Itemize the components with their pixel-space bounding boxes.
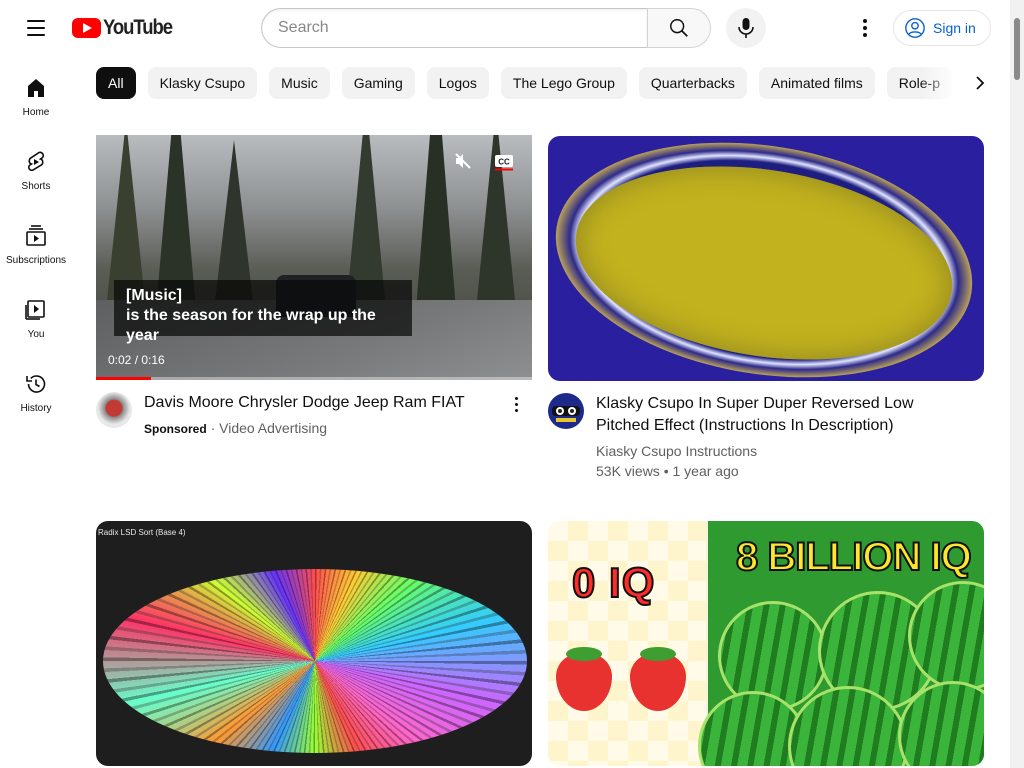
search-box — [261, 8, 711, 48]
video-card[interactable]: Radix LSD Sort (Base 4) — [96, 521, 532, 766]
sidebar-item-label: Subscriptions — [5, 255, 67, 266]
channel-name[interactable]: Video Advertising — [219, 420, 327, 436]
filter-chip-bar: All Klasky Csupo Music Gaming Logos The … — [96, 67, 976, 99]
sidebar-item-label: History — [20, 403, 52, 414]
closed-captions-icon[interactable]: CC — [492, 149, 516, 173]
voice-search-button[interactable] — [726, 8, 766, 48]
video-thumbnail[interactable] — [548, 136, 984, 381]
svg-text:CC: CC — [498, 158, 510, 167]
thumbnail-text: 8 BILLION IQ — [735, 534, 973, 580]
search-button[interactable] — [647, 8, 711, 48]
video-thumbnail[interactable]: 0 IQ 8 BILLION IQ — [548, 521, 984, 766]
video-stats: 53K views • 1 year ago — [596, 463, 739, 479]
chevron-right-icon — [976, 76, 985, 90]
sign-in-label: Sign in — [933, 20, 976, 36]
chip-logos[interactable]: Logos — [426, 67, 489, 99]
search-icon — [670, 19, 688, 37]
video-card[interactable]: Klasky Csupo In Super Duper Reversed Low… — [548, 136, 984, 481]
video-menu-icon[interactable] — [504, 392, 528, 416]
ad-info: Sponsored · Video Advertising — [144, 420, 328, 436]
thumbnail-text: 0 IQ — [571, 558, 656, 607]
sidebar-item-home[interactable]: Home — [0, 56, 72, 130]
progress-bar-fill — [96, 377, 151, 380]
scrollbar-thumb[interactable] — [1014, 18, 1020, 80]
mini-guide: Home Shorts Subscriptions You History — [0, 56, 72, 426]
sidebar-item-label: Home — [22, 107, 50, 118]
chip-the-lego-group[interactable]: The Lego Group — [500, 67, 627, 99]
video-title[interactable]: Davis Moore Chrysler Dodge Jeep Ram FIAT — [144, 392, 504, 414]
chip-scroll-right-button[interactable] — [962, 67, 998, 99]
video-caption: [Music] is the season for the wrap up th… — [114, 280, 412, 344]
sidebar-item-history[interactable]: History — [0, 352, 72, 426]
sponsored-badge: Sponsored — [144, 422, 207, 436]
chip-klasky-csupo[interactable]: Klasky Csupo — [147, 67, 258, 99]
youtube-logo[interactable]: YouTube — [72, 16, 181, 40]
video-card-ad[interactable]: CC [Music] is the season for the wrap up… — [96, 135, 532, 439]
logo-text: YouTube — [103, 16, 173, 39]
video-card[interactable]: 0 IQ 8 BILLION IQ — [548, 521, 984, 766]
sidebar-item-subscriptions[interactable]: Subscriptions — [0, 204, 72, 278]
mute-icon[interactable] — [451, 149, 475, 173]
shorts-icon — [27, 151, 45, 172]
settings-more-icon[interactable] — [845, 8, 885, 48]
search-input[interactable] — [261, 8, 647, 48]
sidebar-item-label: You — [27, 329, 45, 340]
channel-avatar[interactable] — [96, 392, 132, 428]
channel-avatar[interactable] — [548, 393, 584, 429]
you-icon — [25, 300, 45, 320]
sidebar-item-you[interactable]: You — [0, 278, 72, 352]
account-icon — [905, 18, 925, 38]
video-time: 0:02 / 0:16 — [108, 353, 165, 367]
chip-quarterbacks[interactable]: Quarterbacks — [638, 67, 747, 99]
history-icon — [26, 375, 46, 393]
menu-icon[interactable] — [16, 12, 56, 44]
video-title[interactable]: Klasky Csupo In Super Duper Reversed Low… — [596, 393, 956, 437]
channel-name[interactable]: Kiasky Csupo Instructions — [596, 441, 956, 461]
thumbnail-text: Radix LSD Sort (Base 4) — [98, 528, 186, 537]
chip-all[interactable]: All — [96, 67, 136, 99]
youtube-play-icon — [72, 18, 101, 38]
microphone-icon — [738, 18, 754, 38]
caption-line: [Music] — [126, 287, 182, 304]
sidebar-item-label: Shorts — [21, 181, 51, 192]
top-bar: YouTube Sign in — [0, 0, 1010, 56]
chip-animated-films[interactable]: Animated films — [758, 67, 875, 99]
subscriptions-icon — [26, 225, 46, 246]
chip-music[interactable]: Music — [269, 67, 330, 99]
chip-gaming[interactable]: Gaming — [341, 67, 415, 99]
video-thumbnail[interactable]: Radix LSD Sort (Base 4) — [96, 521, 532, 766]
caption-line: is the season for the wrap up the year — [126, 307, 376, 344]
sidebar-item-shorts[interactable]: Shorts — [0, 130, 72, 204]
progress-bar[interactable] — [96, 377, 532, 380]
sign-in-button[interactable]: Sign in — [893, 10, 991, 46]
page-scrollbar[interactable] — [1010, 0, 1024, 768]
video-thumbnail-player[interactable]: CC [Music] is the season for the wrap up… — [96, 135, 532, 380]
home-icon — [28, 79, 44, 97]
